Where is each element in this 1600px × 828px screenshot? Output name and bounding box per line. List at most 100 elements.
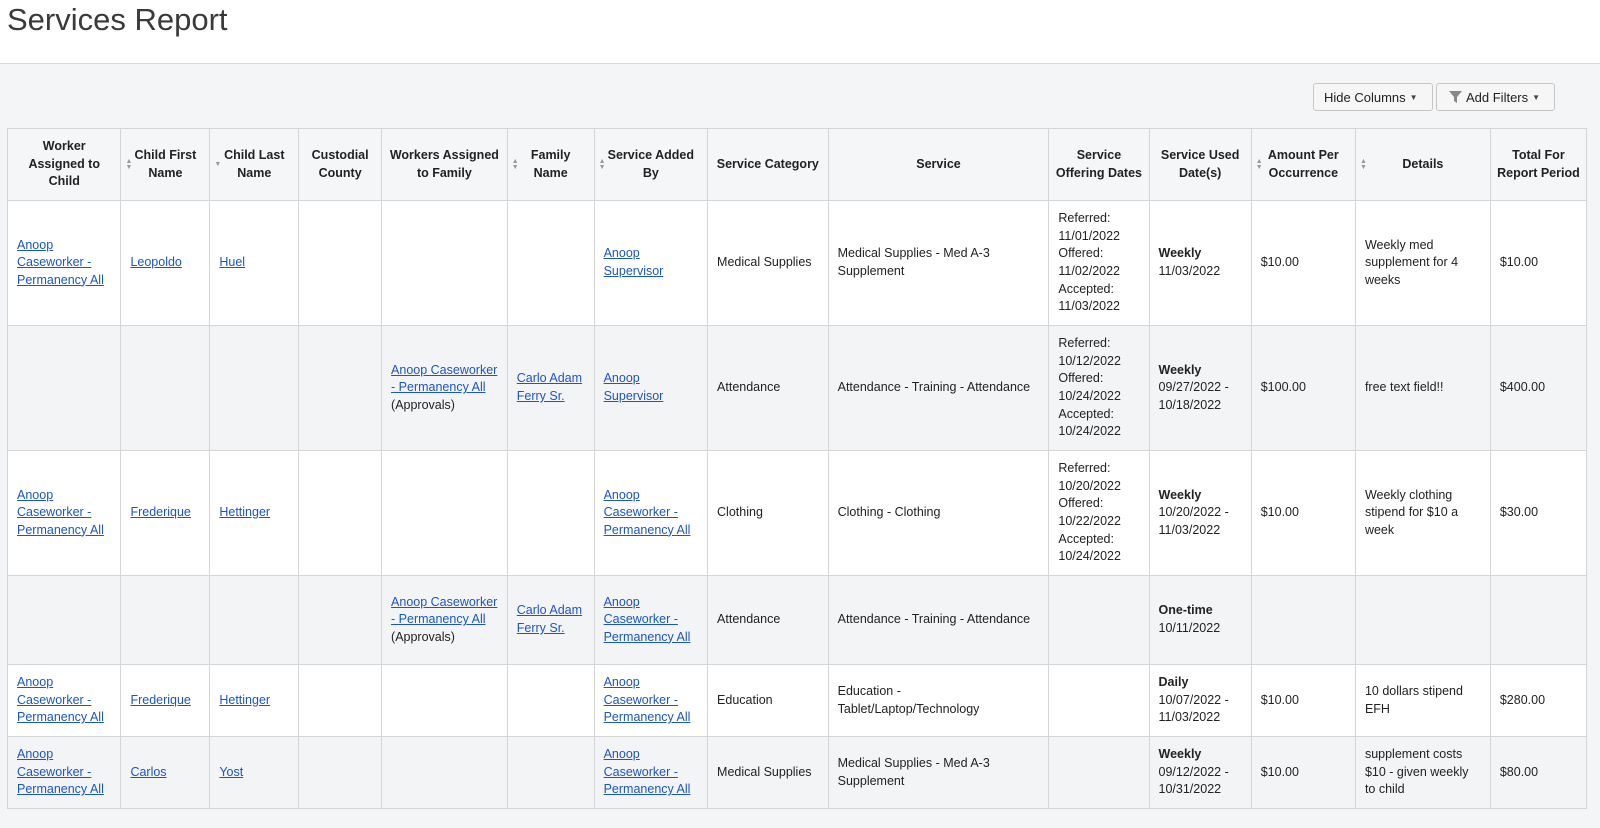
col-header[interactable]: Total For Report Period [1489, 128, 1588, 201]
frequency-label: Weekly [1158, 246, 1202, 261]
child-last-name-link[interactable]: Hettinger [219, 693, 270, 707]
col-header[interactable]: Service Offering Dates [1048, 128, 1150, 201]
family-name-cell: Carlo Adam Ferry Sr. [506, 575, 595, 665]
added-by-link[interactable]: Anoop Caseworker - Permanency All [604, 488, 691, 537]
col-header[interactable]: Service Used Date(s) [1148, 128, 1252, 201]
worker-child-cell: Anoop Caseworker - Permanency All [6, 200, 122, 326]
amount-cell: $10.00 [1250, 664, 1356, 737]
family-name-link[interactable]: Carlo Adam Ferry Sr. [517, 603, 582, 635]
added-by-link[interactable]: Anoop Supervisor [604, 371, 664, 403]
sort-icon[interactable]: ▲ ▼ [599, 158, 606, 171]
child-first-name-link[interactable]: Carlos [130, 765, 166, 779]
offering-date-line: 11/01/2022 [1058, 228, 1121, 243]
child-last-name-link[interactable]: Hettinger [219, 505, 270, 519]
added-by-cell: Anoop Caseworker - Permanency All [593, 736, 709, 809]
worker-child-link[interactable]: Anoop Caseworker - Permanency All [17, 747, 104, 796]
col-header[interactable]: Worker Assigned to Child [6, 128, 122, 201]
amount-cell: $100.00 [1250, 325, 1356, 451]
sort-icon[interactable]: ▲ ▼ [1360, 158, 1367, 171]
worker-child-cell: Anoop Caseworker - Permanency All [6, 736, 122, 809]
service-cell: Medical Supplies - Med A-3 Supplement [827, 200, 1050, 326]
family-name-cell [506, 200, 595, 326]
workers-family-cell [381, 736, 508, 809]
used-dates-text: 10/20/2022 - 11/03/2022 [1158, 505, 1229, 537]
sort-desc-icon[interactable]: ▼ [214, 161, 221, 168]
workers-family-cell [381, 200, 508, 326]
service-text: Medical Supplies - Med A-3 Supplement [837, 755, 990, 788]
col-header[interactable]: Custodial County [298, 128, 383, 201]
frequency-label: Weekly [1158, 487, 1202, 502]
offering-date-line: Accepted: [1058, 531, 1114, 546]
service-category-text: Education [717, 692, 773, 707]
child-last-name-link[interactable]: Huel [219, 255, 245, 269]
col-header[interactable]: ▲ ▼ Amount Per Occurrence [1250, 128, 1356, 201]
total-text: $280.00 [1499, 692, 1546, 707]
sort-icon[interactable]: ▲ ▼ [125, 158, 132, 171]
service-cell: Education - Tablet/Laptop/Technology [827, 664, 1050, 737]
col-header[interactable]: ▼ Child Last Name [209, 128, 300, 201]
child-first-name-link[interactable]: Frederique [130, 505, 190, 519]
service-category-cell: Attendance [707, 325, 829, 451]
amount-text: $10.00 [1260, 505, 1299, 520]
added-by-link[interactable]: Anoop Caseworker - Permanency All [604, 747, 691, 796]
worker-child-link[interactable]: Anoop Caseworker - Permanency All [17, 675, 104, 724]
family-name-link[interactable]: Carlo Adam Ferry Sr. [517, 371, 582, 403]
child-last-name-cell [209, 325, 300, 451]
child-last-name-link[interactable]: Yost [219, 765, 243, 779]
table-row: Anoop Caseworker - Permanency All (Approv… [6, 325, 1588, 451]
offering-dates-cell: Referred: 10/20/2022 Offered: 10/22/2022 Acc… [1048, 450, 1150, 576]
col-header[interactable]: ▲ ▼ Details [1354, 128, 1491, 201]
child-last-name-cell: Huel [209, 200, 300, 326]
col-header[interactable]: ▲ ▼ Service Added By [593, 128, 709, 201]
offering-date-line: 10/24/2022 [1058, 549, 1121, 564]
hide-columns-button[interactable]: Hide Columns ▼ [1313, 83, 1433, 111]
total-cell: $400.00 [1489, 325, 1588, 451]
child-first-name-link[interactable]: Frederique [130, 693, 190, 707]
table-row: Anoop Caseworker - Permanency All Carlos Y… [6, 736, 1588, 809]
worker-child-link[interactable]: Anoop Caseworker - Permanency All [17, 488, 104, 537]
offering-date-line: Accepted: [1058, 281, 1114, 296]
offering-date-line: Offered: [1058, 371, 1104, 386]
col-header[interactable]: ▲ ▼ Family Name [506, 128, 595, 201]
details-text: 10 dollars stipend EFH [1364, 683, 1463, 716]
sort-icon[interactable]: ▲ ▼ [1256, 158, 1263, 171]
workers-family-cell: Anoop Caseworker - Permanency All (Approv… [381, 325, 508, 451]
added-by-cell: Anoop Caseworker - Permanency All [593, 575, 709, 665]
col-header[interactable]: Service [827, 128, 1050, 201]
custodial-county-cell [298, 450, 383, 576]
service-cell: Clothing - Clothing [827, 450, 1050, 576]
details-text: Weekly med supplement for 4 weeks [1364, 237, 1459, 287]
child-last-name-cell: Hettinger [209, 664, 300, 737]
added-by-cell: Anoop Caseworker - Permanency All [593, 450, 709, 576]
amount-cell: $10.00 [1250, 736, 1356, 809]
added-by-link[interactable]: Anoop Supervisor [604, 246, 664, 278]
service-cell: Medical Supplies - Med A-3 Supplement [827, 736, 1050, 809]
offering-date-line: 10/24/2022 [1058, 389, 1121, 403]
total-cell: $280.00 [1489, 664, 1588, 737]
details-cell: 10 dollars stipend EFH [1354, 664, 1491, 737]
custodial-county-cell [298, 736, 383, 809]
added-by-cell: Anoop Supervisor [593, 200, 709, 326]
added-by-link[interactable]: Anoop Caseworker - Permanency All [604, 675, 691, 724]
added-by-link[interactable]: Anoop Caseworker - Permanency All [604, 595, 691, 644]
caret-down-icon: ▼ [1532, 92, 1541, 102]
child-first-name-link[interactable]: Leopoldo [130, 255, 181, 269]
total-cell: $10.00 [1489, 200, 1588, 326]
used-dates-text: 10/07/2022 - 11/03/2022 [1158, 692, 1229, 725]
total-cell: $30.00 [1489, 450, 1588, 576]
col-header[interactable]: ▲ ▼ Child First Name [120, 128, 211, 201]
service-category-cell: Medical Supplies [707, 200, 829, 326]
col-header[interactable]: Workers Assigned to Family [381, 128, 508, 201]
toolbar: Hide Columns ▼ Add Filters ▼ [0, 64, 1600, 128]
worker-child-cell [6, 325, 122, 451]
details-cell: Weekly clothing stipend for $10 a week [1354, 450, 1491, 576]
details-text: Weekly clothing stipend for $10 a week [1364, 487, 1459, 537]
col-header[interactable]: Service Category [707, 128, 829, 201]
workers-family-link[interactable]: Anoop Caseworker - Permanency All [391, 595, 497, 627]
workers-family-link[interactable]: Anoop Caseworker - Permanency All [391, 363, 497, 395]
worker-child-link[interactable]: Anoop Caseworker - Permanency All [17, 238, 104, 287]
service-text: Clothing - Clothing [837, 505, 941, 520]
workers-family-note: (Approvals) [391, 397, 455, 412]
sort-icon[interactable]: ▲ ▼ [512, 158, 519, 171]
add-filters-button[interactable]: Add Filters ▼ [1436, 83, 1555, 111]
